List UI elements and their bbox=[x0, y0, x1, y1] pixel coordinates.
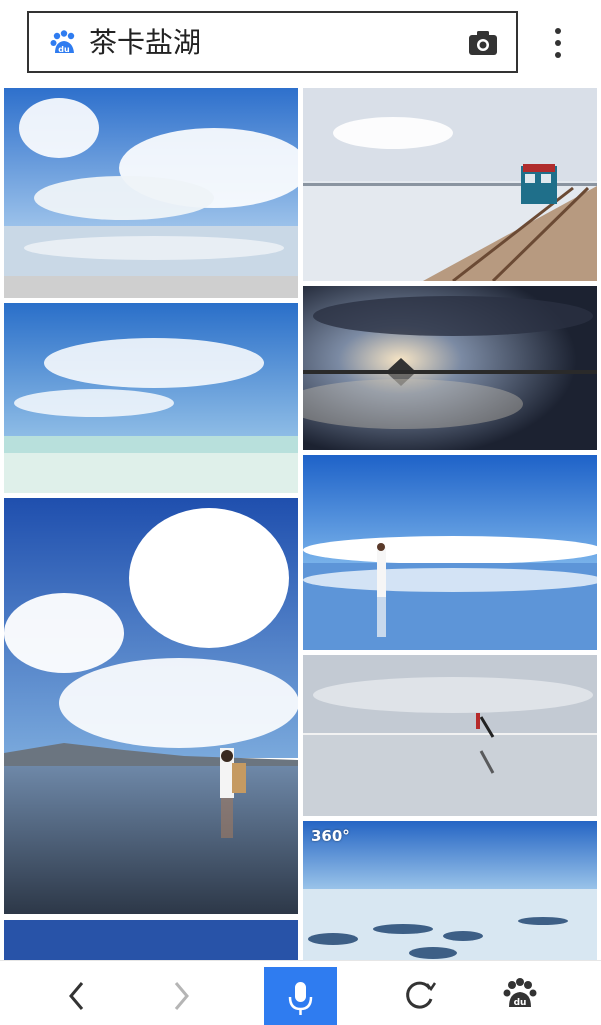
voice-search-button[interactable] bbox=[264, 967, 337, 1025]
result-image-8[interactable]: 360° bbox=[303, 821, 597, 960]
back-arrow-icon[interactable] bbox=[46, 961, 106, 1025]
baidu-paw-icon: du bbox=[50, 30, 75, 54]
svg-text:du: du bbox=[58, 45, 70, 54]
svg-text:du: du bbox=[514, 998, 527, 1008]
result-image-2[interactable] bbox=[303, 88, 597, 281]
bottom-navigation-bar: du bbox=[0, 960, 601, 1025]
panorama-360-badge: 360° bbox=[311, 827, 350, 845]
result-image-1[interactable] bbox=[4, 88, 298, 298]
top-bar: du 茶卡盐湖 bbox=[0, 0, 601, 86]
result-image-7[interactable] bbox=[303, 655, 597, 816]
result-image-4[interactable] bbox=[4, 303, 298, 493]
refresh-icon[interactable] bbox=[390, 961, 450, 1025]
baidu-paw-icon[interactable]: du bbox=[490, 961, 550, 1025]
more-vertical-icon[interactable] bbox=[543, 26, 573, 60]
image-results-grid: 360° bbox=[0, 86, 601, 960]
search-box[interactable]: du 茶卡盐湖 bbox=[27, 11, 518, 73]
result-image-9[interactable] bbox=[4, 920, 298, 960]
camera-icon[interactable] bbox=[468, 30, 498, 56]
result-image-3[interactable] bbox=[303, 286, 597, 450]
search-query-text[interactable]: 茶卡盐湖 bbox=[89, 23, 201, 63]
result-image-5[interactable] bbox=[303, 455, 597, 650]
microphone-icon bbox=[288, 982, 313, 1015]
forward-arrow-icon[interactable] bbox=[152, 961, 212, 1025]
result-image-6[interactable] bbox=[4, 498, 298, 914]
